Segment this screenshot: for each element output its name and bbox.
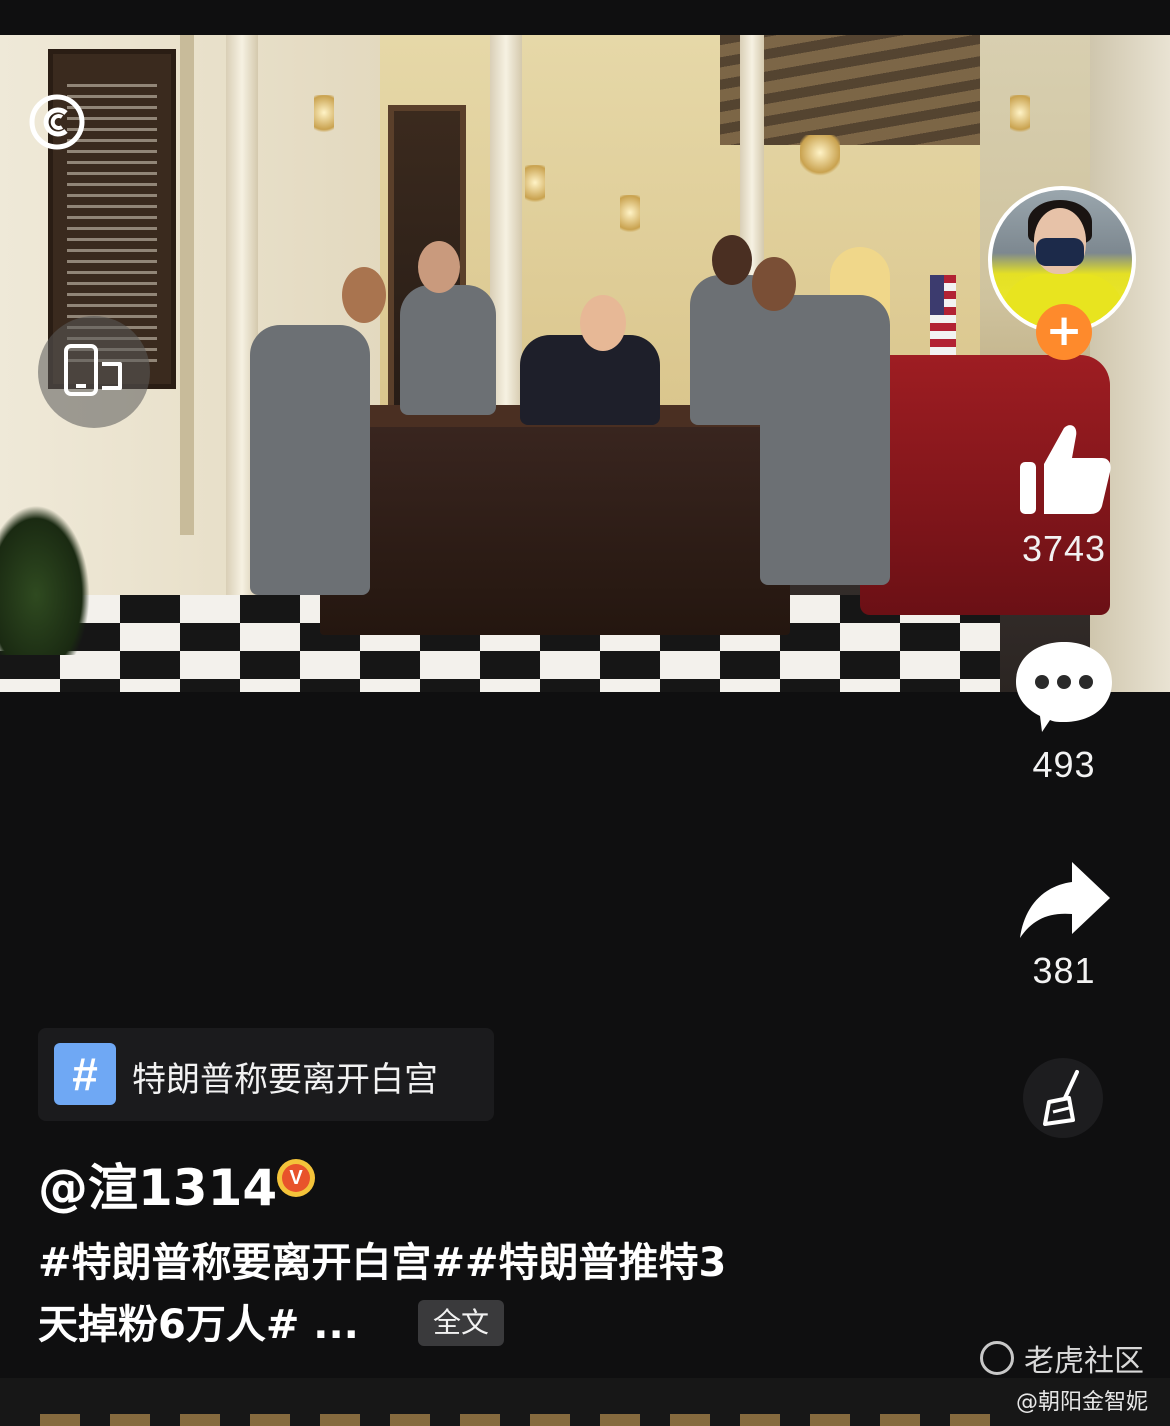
topic-label: 特朗普称要离开白宫 [132,1060,438,1100]
like-count: 3743 [1021,528,1107,569]
video-scene-frame [180,35,194,535]
share-count: 381 [1032,950,1096,991]
like-button[interactable]: 3743 [1004,420,1124,570]
verified-badge-icon: V [277,1159,315,1197]
video-scene-person [760,295,890,585]
video-scene-lamp [314,95,334,139]
video-scene-head [580,295,626,351]
broom-icon [1043,1070,1079,1126]
comedy-central-logo-icon [29,94,85,150]
video-player[interactable] [0,35,1170,692]
landscape-toggle-button[interactable] [38,316,150,428]
marquee-text [40,1414,1000,1426]
video-scene-lamp [525,165,545,209]
plus-icon: + [1045,305,1083,356]
thumbs-up-icon [1020,425,1111,514]
video-scene-head [342,267,386,323]
video-scene-person [520,335,660,425]
follow-button[interactable]: + [1036,304,1092,360]
video-scene-person [250,325,370,595]
topic-tag[interactable]: # 特朗普称要离开白宫 [38,1028,494,1121]
speech-bubble-icon [1016,642,1112,732]
clean-mode-button[interactable] [1023,1058,1103,1138]
video-scene-chandelier [800,135,840,179]
comment-button[interactable]: 493 [1004,636,1124,786]
video-scene-lamp [620,195,640,239]
tiger-logo-icon [980,1341,1014,1375]
share-button[interactable]: 381 [1004,858,1124,992]
author-name[interactable]: @渲1314 [38,1148,277,1220]
video-scene-head [418,241,460,293]
video-scene-lamp [1010,95,1030,139]
video-scene-person [400,285,496,415]
video-scene-plant [0,505,90,655]
video-scene-desk [314,405,796,635]
phone-landscape-icon [64,344,122,396]
verified-badge-label: V [282,1164,310,1192]
watermark-credit: @朝阳金智妮 [1015,1390,1148,1415]
watermark-brand: 老虎社区 [1024,1344,1144,1379]
hashtag-icon: # [54,1043,116,1105]
full-text-button[interactable]: 全文 [418,1300,504,1346]
video-scene-head [712,235,752,285]
share-arrow-icon [1020,862,1110,938]
video-scene-head [752,257,796,311]
watermark: 老虎社区 [980,1338,1144,1379]
caption-line: #特朗普称要离开白宫##特朗普推特3 [38,1240,727,1286]
comment-count: 493 [1032,744,1096,785]
